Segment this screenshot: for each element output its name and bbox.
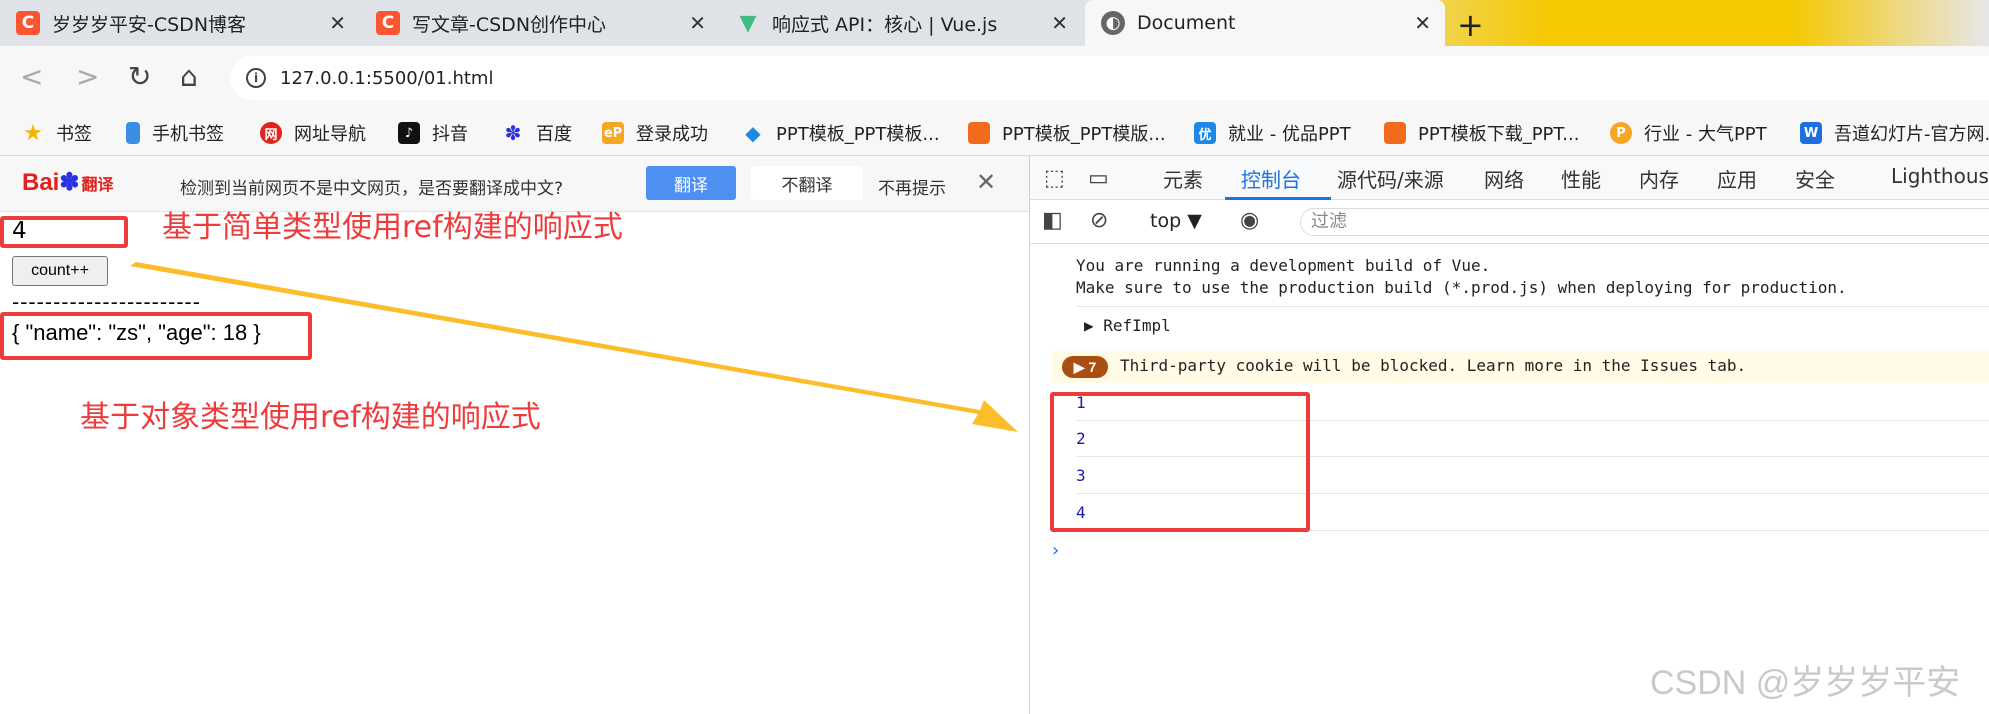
arrow-shape: [130, 262, 1018, 432]
watermark: CSDN @岁岁岁平安: [1650, 664, 1961, 702]
screenshot: C 岁岁岁平安-CSDN博客 ✕ C 写文章-CSDN创作中心 ✕ ▼ 响应式 …: [0, 0, 1989, 714]
annotation-arrow: [130, 262, 1018, 432]
